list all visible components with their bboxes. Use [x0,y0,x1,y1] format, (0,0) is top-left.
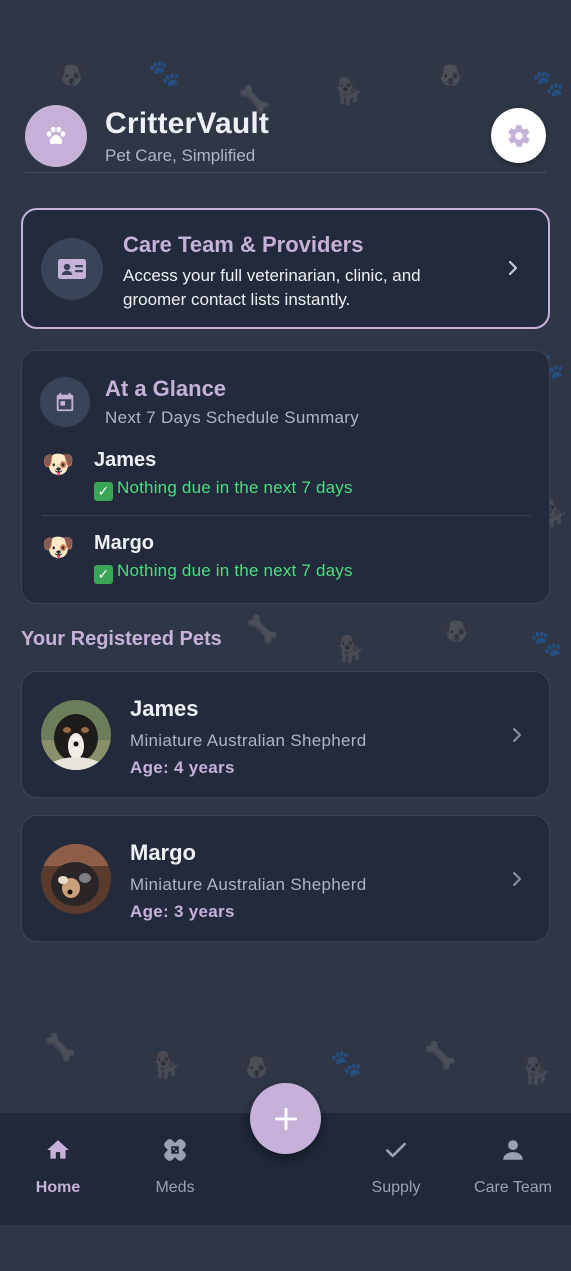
at-a-glance-card: At a Glance Next 7 Days Schedule Summary… [21,350,550,604]
dog-face-icon: 🐶 [440,616,473,646]
chevron-right-icon [513,872,521,886]
pet-card-margo[interactable]: Margo Miniature Australian Shepherd Age:… [21,815,550,942]
paw-icon: 🐾 [532,68,565,98]
glance-status: ✓ Nothing due in the next 7 days [94,478,353,501]
pet-card-james[interactable]: James Miniature Australian Shepherd Age:… [21,671,550,798]
pet-photo [41,700,111,770]
bone-icon: 🦴 [424,1040,457,1070]
bandage-icon [164,1139,186,1161]
paw-icon: 🐾 [330,1048,363,1078]
nav-label: Supply [371,1179,421,1196]
pet-name: James [130,696,199,721]
plus-icon [274,1107,297,1130]
check-mark-icon: ✓ [94,565,113,584]
care-team-card[interactable]: Care Team & Providers Access your full v… [21,208,550,329]
glance-row: 🐶 James ✓ Nothing due in the next 7 days [42,449,531,519]
nav-home[interactable]: Home [18,1113,98,1225]
chevron-right-icon [513,728,521,742]
app-logo [25,105,87,167]
glance-status-text: Nothing due in the next 7 days [117,561,353,580]
gear-icon [507,124,530,147]
row-divider [42,515,531,516]
pet-breed: Miniature Australian Shepherd [130,875,367,894]
care-team-icon-circle [41,238,103,300]
bone-icon: 🦴 [246,614,279,644]
pet-breed: Miniature Australian Shepherd [130,731,367,750]
nav-label: Care Team [474,1179,552,1196]
check-mark-icon: ✓ [94,482,113,501]
dog-face-icon: 🐶 [55,60,88,90]
home-screen: 🐶 🐾 🦴 🐕 🐶 🐾 🐾 🐕 🦴 🐕 🐶 🐾 🦴 🐕 🐶 🐾 🦴 🐕 [0,0,571,1271]
nav-meds[interactable]: Meds [135,1113,215,1225]
paw-logo-icon [46,126,66,145]
glance-status: ✓ Nothing due in the next 7 days [94,561,353,584]
settings-button[interactable] [491,108,546,163]
glance-status-text: Nothing due in the next 7 days [117,478,353,497]
calendar-icon [56,392,74,412]
glance-icon-circle [40,377,90,427]
checkmark-icon [386,1142,406,1158]
glance-pet-name: James [94,449,157,471]
paw-icon: 🐾 [148,58,181,88]
glance-title: At a Glance [105,376,227,401]
system-bar-area [0,1225,571,1271]
contact-card-icon [58,259,86,279]
dog-icon: 🐕 [332,76,365,106]
app-subtitle: Pet Care, Simplified [105,146,256,165]
add-button[interactable] [250,1083,321,1154]
pet-age: Age: 4 years [130,758,235,777]
app-title: CritterVault [105,107,270,140]
nav-supply[interactable]: Supply [351,1113,441,1225]
bone-icon: 🦴 [44,1032,77,1062]
person-icon [503,1140,523,1160]
dog-face-icon: 🐶 [42,532,75,562]
paw-icon: 🐾 [530,628,563,658]
dog-face-icon: 🐶 [434,60,467,90]
dog-face-icon: 🐶 [42,449,75,479]
pet-photo [41,844,111,914]
care-team-description: Access your full veterinarian, clinic, a… [123,266,421,309]
pet-age: Age: 3 years [130,902,235,921]
glance-pet-name: Margo [94,532,154,554]
pet-name: Margo [130,840,196,865]
home-icon [47,1140,69,1159]
pet-avatar [41,700,111,770]
dog-icon: 🐕 [150,1050,183,1080]
chevron-right-icon [508,260,518,276]
care-team-title: Care Team & Providers [123,232,364,257]
registered-pets-heading: Your Registered Pets [21,628,222,650]
dog-icon: 🐕 [334,634,367,664]
glance-row: 🐶 Margo ✓ Nothing due in the next 7 days [42,532,531,602]
pet-avatar [41,844,111,914]
dog-face-icon: 🐶 [240,1052,273,1082]
dog-icon: 🐕 [520,1056,553,1086]
nav-label: Home [35,1179,81,1196]
glance-subtitle: Next 7 Days Schedule Summary [105,408,360,427]
nav-care-team[interactable]: Care Team [463,1113,563,1225]
nav-label: Meds [155,1179,195,1196]
app-header: CritterVault Pet Care, Simplified [25,105,546,173]
